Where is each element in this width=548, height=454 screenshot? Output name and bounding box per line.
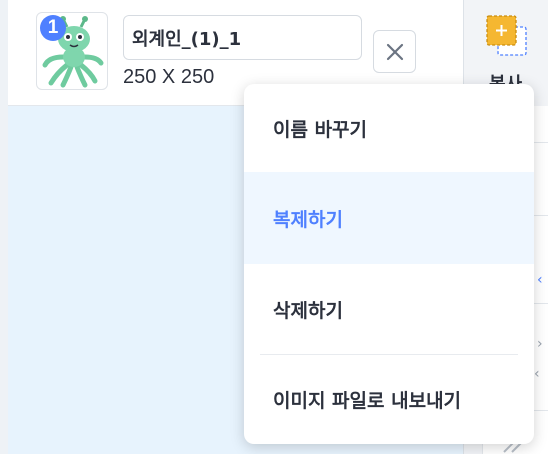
sprite-size-label: 250 X 250: [123, 66, 215, 88]
right-arrow-icon[interactable]: ‹: [537, 272, 543, 288]
context-menu: 이름 바꾸기 복제하기 삭제하기 이미지 파일로 내보내기: [244, 84, 534, 444]
right-arrow-icon[interactable]: ‹: [534, 366, 540, 382]
copy-icon[interactable]: [486, 15, 530, 63]
close-icon: [386, 43, 403, 60]
sprite-number-badge: 1: [40, 15, 66, 41]
menu-item-export-image[interactable]: 이미지 파일로 내보내기: [244, 355, 534, 444]
menu-item-delete[interactable]: 삭제하기: [244, 264, 534, 354]
close-button[interactable]: [373, 30, 416, 73]
sprite-name-input[interactable]: [123, 15, 362, 60]
right-arrow-icon[interactable]: ›: [537, 336, 543, 352]
left-edge-bar: [0, 0, 8, 454]
menu-item-duplicate[interactable]: 복제하기: [244, 172, 534, 264]
menu-item-rename[interactable]: 이름 바꾸기: [244, 84, 534, 172]
